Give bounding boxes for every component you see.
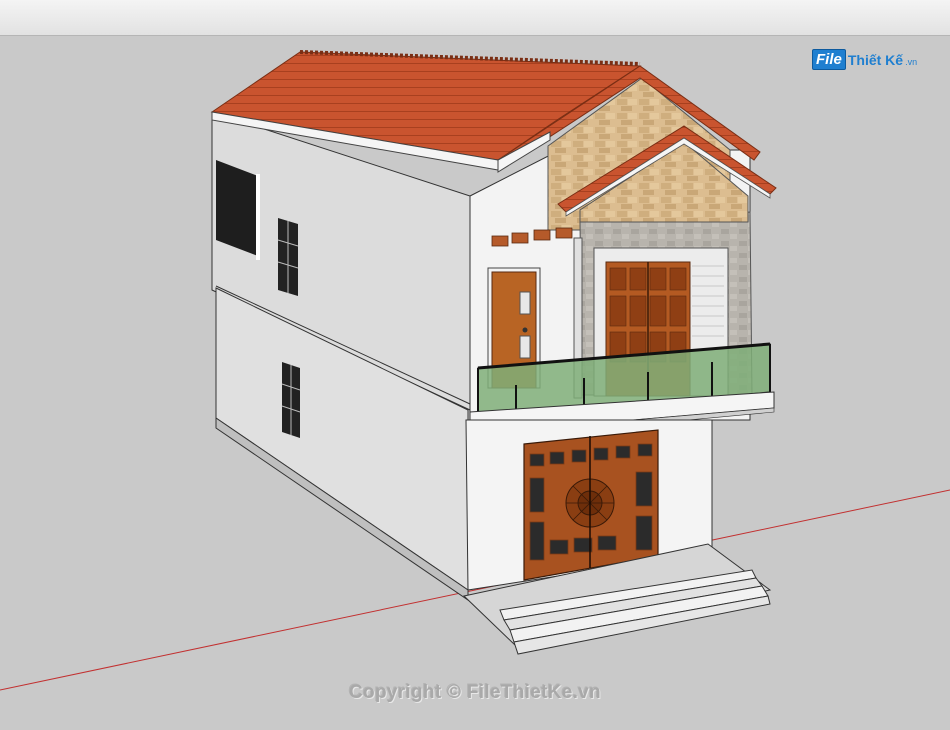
side-opening	[216, 160, 258, 256]
logo-domain: .vn	[905, 56, 918, 67]
side-window-upper	[277, 218, 299, 296]
side-window-lower	[281, 362, 301, 438]
model-viewport[interactable]: File Thiết Kế .vn	[0, 36, 950, 730]
logo-prefix: File	[812, 49, 846, 70]
main-entrance-door[interactable]	[523, 429, 659, 581]
copyright-watermark: Copyright © FileThietKe.vn	[349, 682, 601, 703]
logo-text: Thiết Kế	[847, 51, 904, 68]
top-toolbar	[0, 0, 950, 36]
filethietke-logo-icon: File Thiết Kế .vn	[812, 49, 917, 70]
sketchup-window: File Thiết Kế .vn Copyright © FileThietK…	[0, 0, 950, 730]
house-model-drawing[interactable]	[0, 36, 950, 730]
